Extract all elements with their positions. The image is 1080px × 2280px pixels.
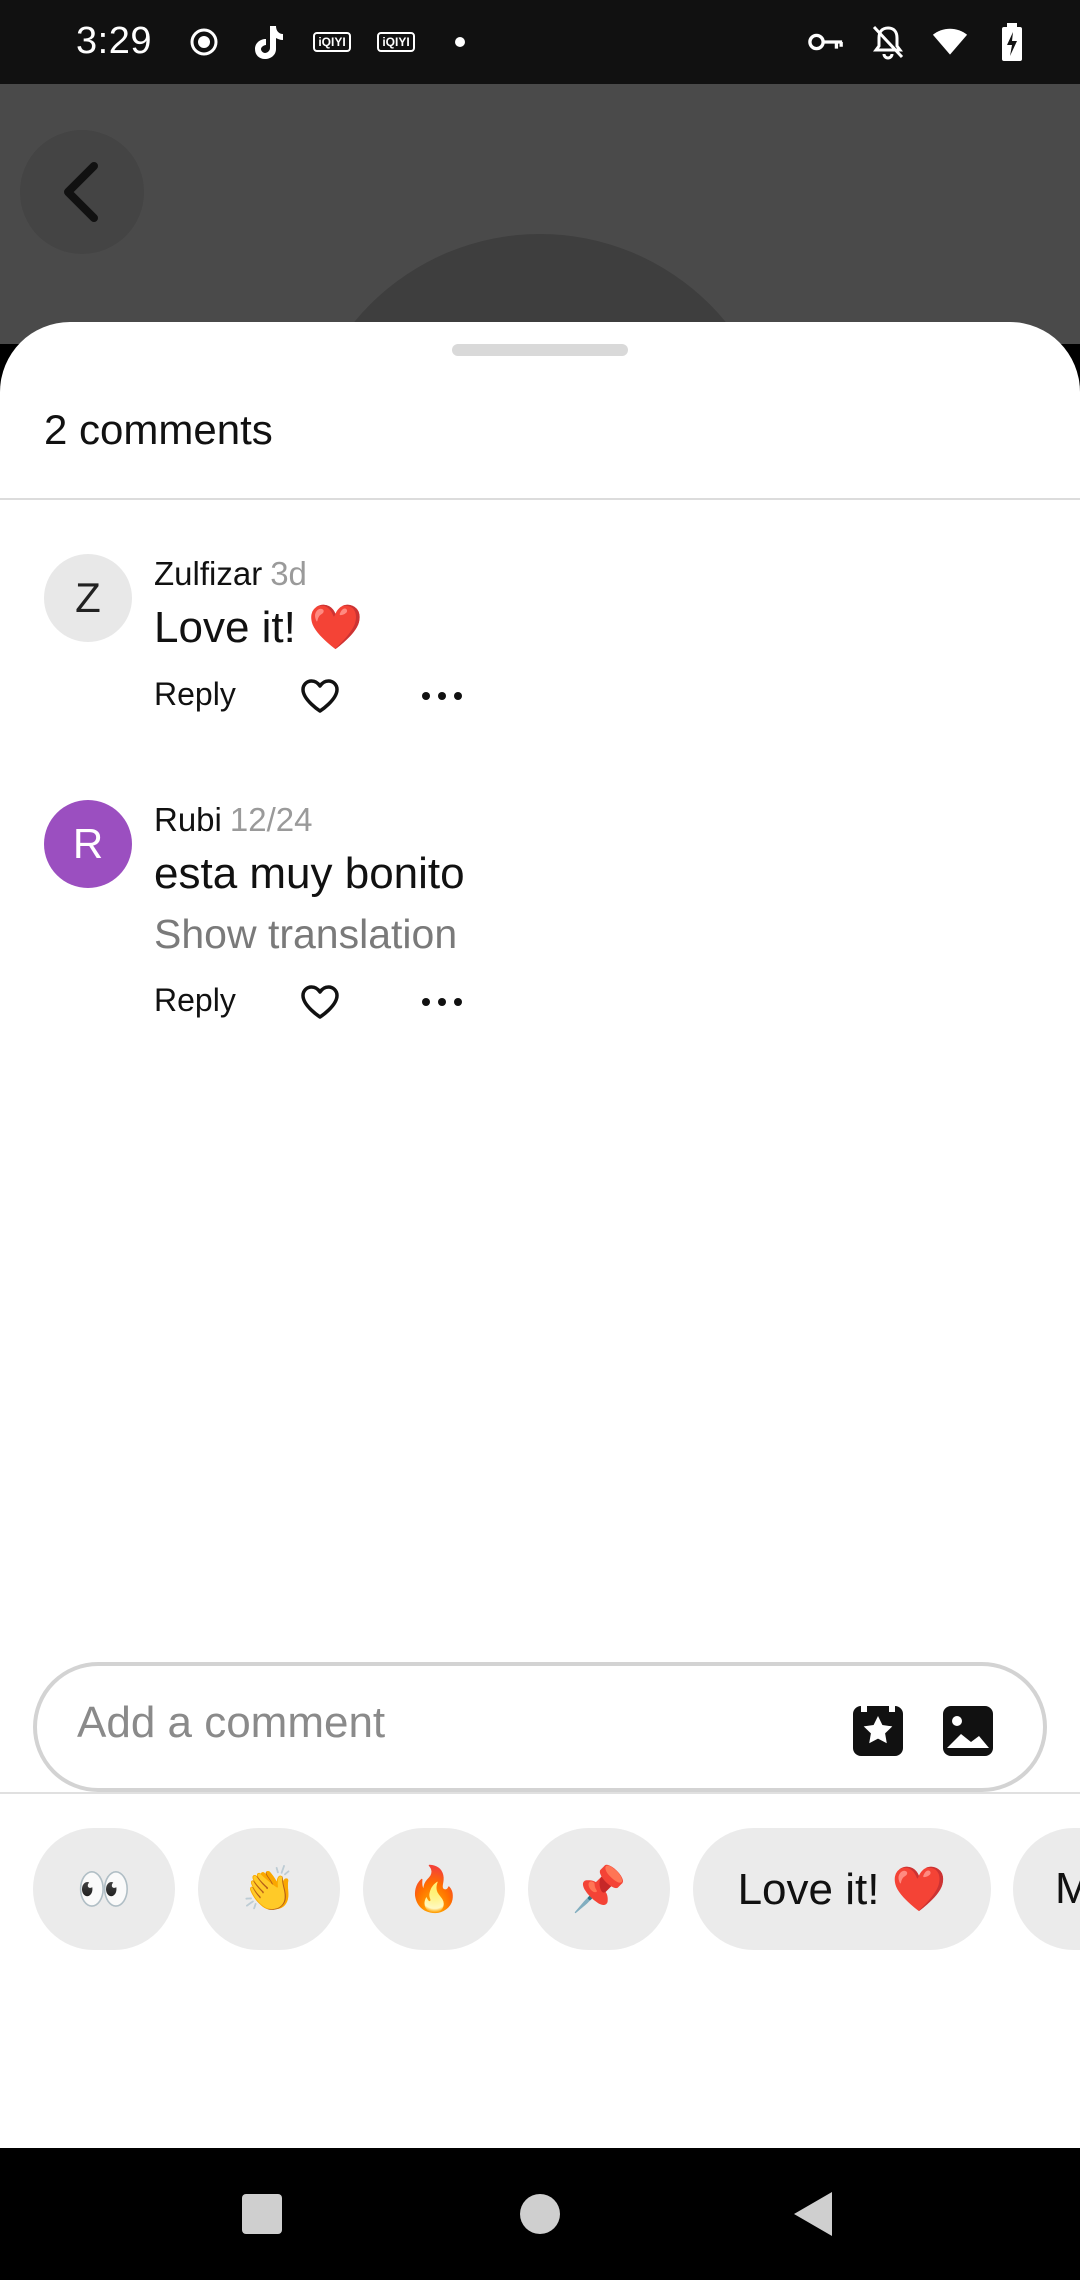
background-screen xyxy=(0,84,1080,344)
comment-actions: Reply xyxy=(154,666,1034,726)
comment-header: Rubi 12/24 xyxy=(154,800,1034,840)
iqiyi-icon: iQIYI xyxy=(313,24,351,60)
avatar[interactable]: Z xyxy=(44,554,132,642)
recents-button[interactable] xyxy=(242,2194,282,2234)
system-icons xyxy=(808,22,1030,62)
comment-timestamp: 3d xyxy=(270,555,307,592)
notification-icons: iQIYI iQIYI xyxy=(186,22,478,62)
add-comment-input[interactable]: Add a comment xyxy=(33,1662,1047,1792)
iqiyi-icon: iQIYI xyxy=(377,24,415,60)
comment-text: Love it! ❤️ xyxy=(154,603,363,652)
status-bar: 3:29 iQIYI iQIYI xyxy=(0,0,1080,84)
comment-body: Rubi 12/24 esta muy bonito Show translati… xyxy=(154,800,1034,1032)
quick-reply-clap[interactable]: 👏 xyxy=(198,1828,340,1950)
divider xyxy=(0,498,1080,500)
comment-body: Zulfizar 3d Love it! ❤️ Reply xyxy=(154,554,1034,726)
drag-handle[interactable] xyxy=(452,344,628,356)
comments-sheet: 2 comments Z Zulfizar 3d Love it! ❤️ Repl… xyxy=(0,322,1080,2148)
comment-timestamp: 12/24 xyxy=(229,801,313,838)
wifi-icon xyxy=(932,24,968,60)
avatar[interactable]: R xyxy=(44,800,132,888)
image-icon[interactable] xyxy=(941,1704,995,1758)
comment-header: Zulfizar 3d xyxy=(154,554,1034,594)
comment-actions: Reply xyxy=(154,972,1034,1032)
quick-reply-pin[interactable]: 📌 xyxy=(528,1828,670,1950)
chevron-left-icon xyxy=(64,162,98,222)
divider xyxy=(0,1792,1080,1794)
comments-count-title: 2 comments xyxy=(44,406,273,453)
home-button[interactable] xyxy=(520,2194,560,2234)
sticker-star-icon[interactable] xyxy=(851,1704,905,1758)
comment-username[interactable]: Zulfizar xyxy=(154,555,262,592)
like-heart-icon[interactable] xyxy=(300,984,340,1020)
quick-reply-bar: 👀 👏 🔥 📌 Love it! ❤️ M xyxy=(33,1828,1080,1950)
system-nav-bar xyxy=(0,2148,1080,2280)
nav-back-button[interactable] xyxy=(794,2192,832,2236)
bell-off-icon xyxy=(870,24,906,60)
quick-reply-eyes[interactable]: 👀 xyxy=(33,1828,175,1950)
back-button[interactable] xyxy=(20,130,144,254)
quick-reply-love-it[interactable]: Love it! ❤️ xyxy=(693,1828,991,1950)
reply-button[interactable]: Reply xyxy=(154,676,236,713)
dot-icon xyxy=(442,24,478,60)
status-time: 3:29 xyxy=(76,20,152,62)
reply-button[interactable]: Reply xyxy=(154,982,236,1019)
like-heart-icon[interactable] xyxy=(300,678,340,714)
quick-reply-more[interactable]: M xyxy=(1013,1828,1080,1950)
comment-username[interactable]: Rubi xyxy=(154,801,222,838)
record-icon xyxy=(186,24,222,60)
battery-charging-icon xyxy=(994,23,1030,61)
show-translation-link[interactable]: Show translation xyxy=(154,906,1034,962)
more-options-icon[interactable] xyxy=(422,678,462,714)
comment-text: esta muy bonito xyxy=(154,849,465,898)
more-options-icon[interactable] xyxy=(422,984,462,1020)
tiktok-icon xyxy=(250,24,286,60)
quick-reply-fire[interactable]: 🔥 xyxy=(363,1828,505,1950)
add-comment-placeholder: Add a comment xyxy=(77,1698,386,1747)
vpn-key-icon xyxy=(808,24,844,60)
